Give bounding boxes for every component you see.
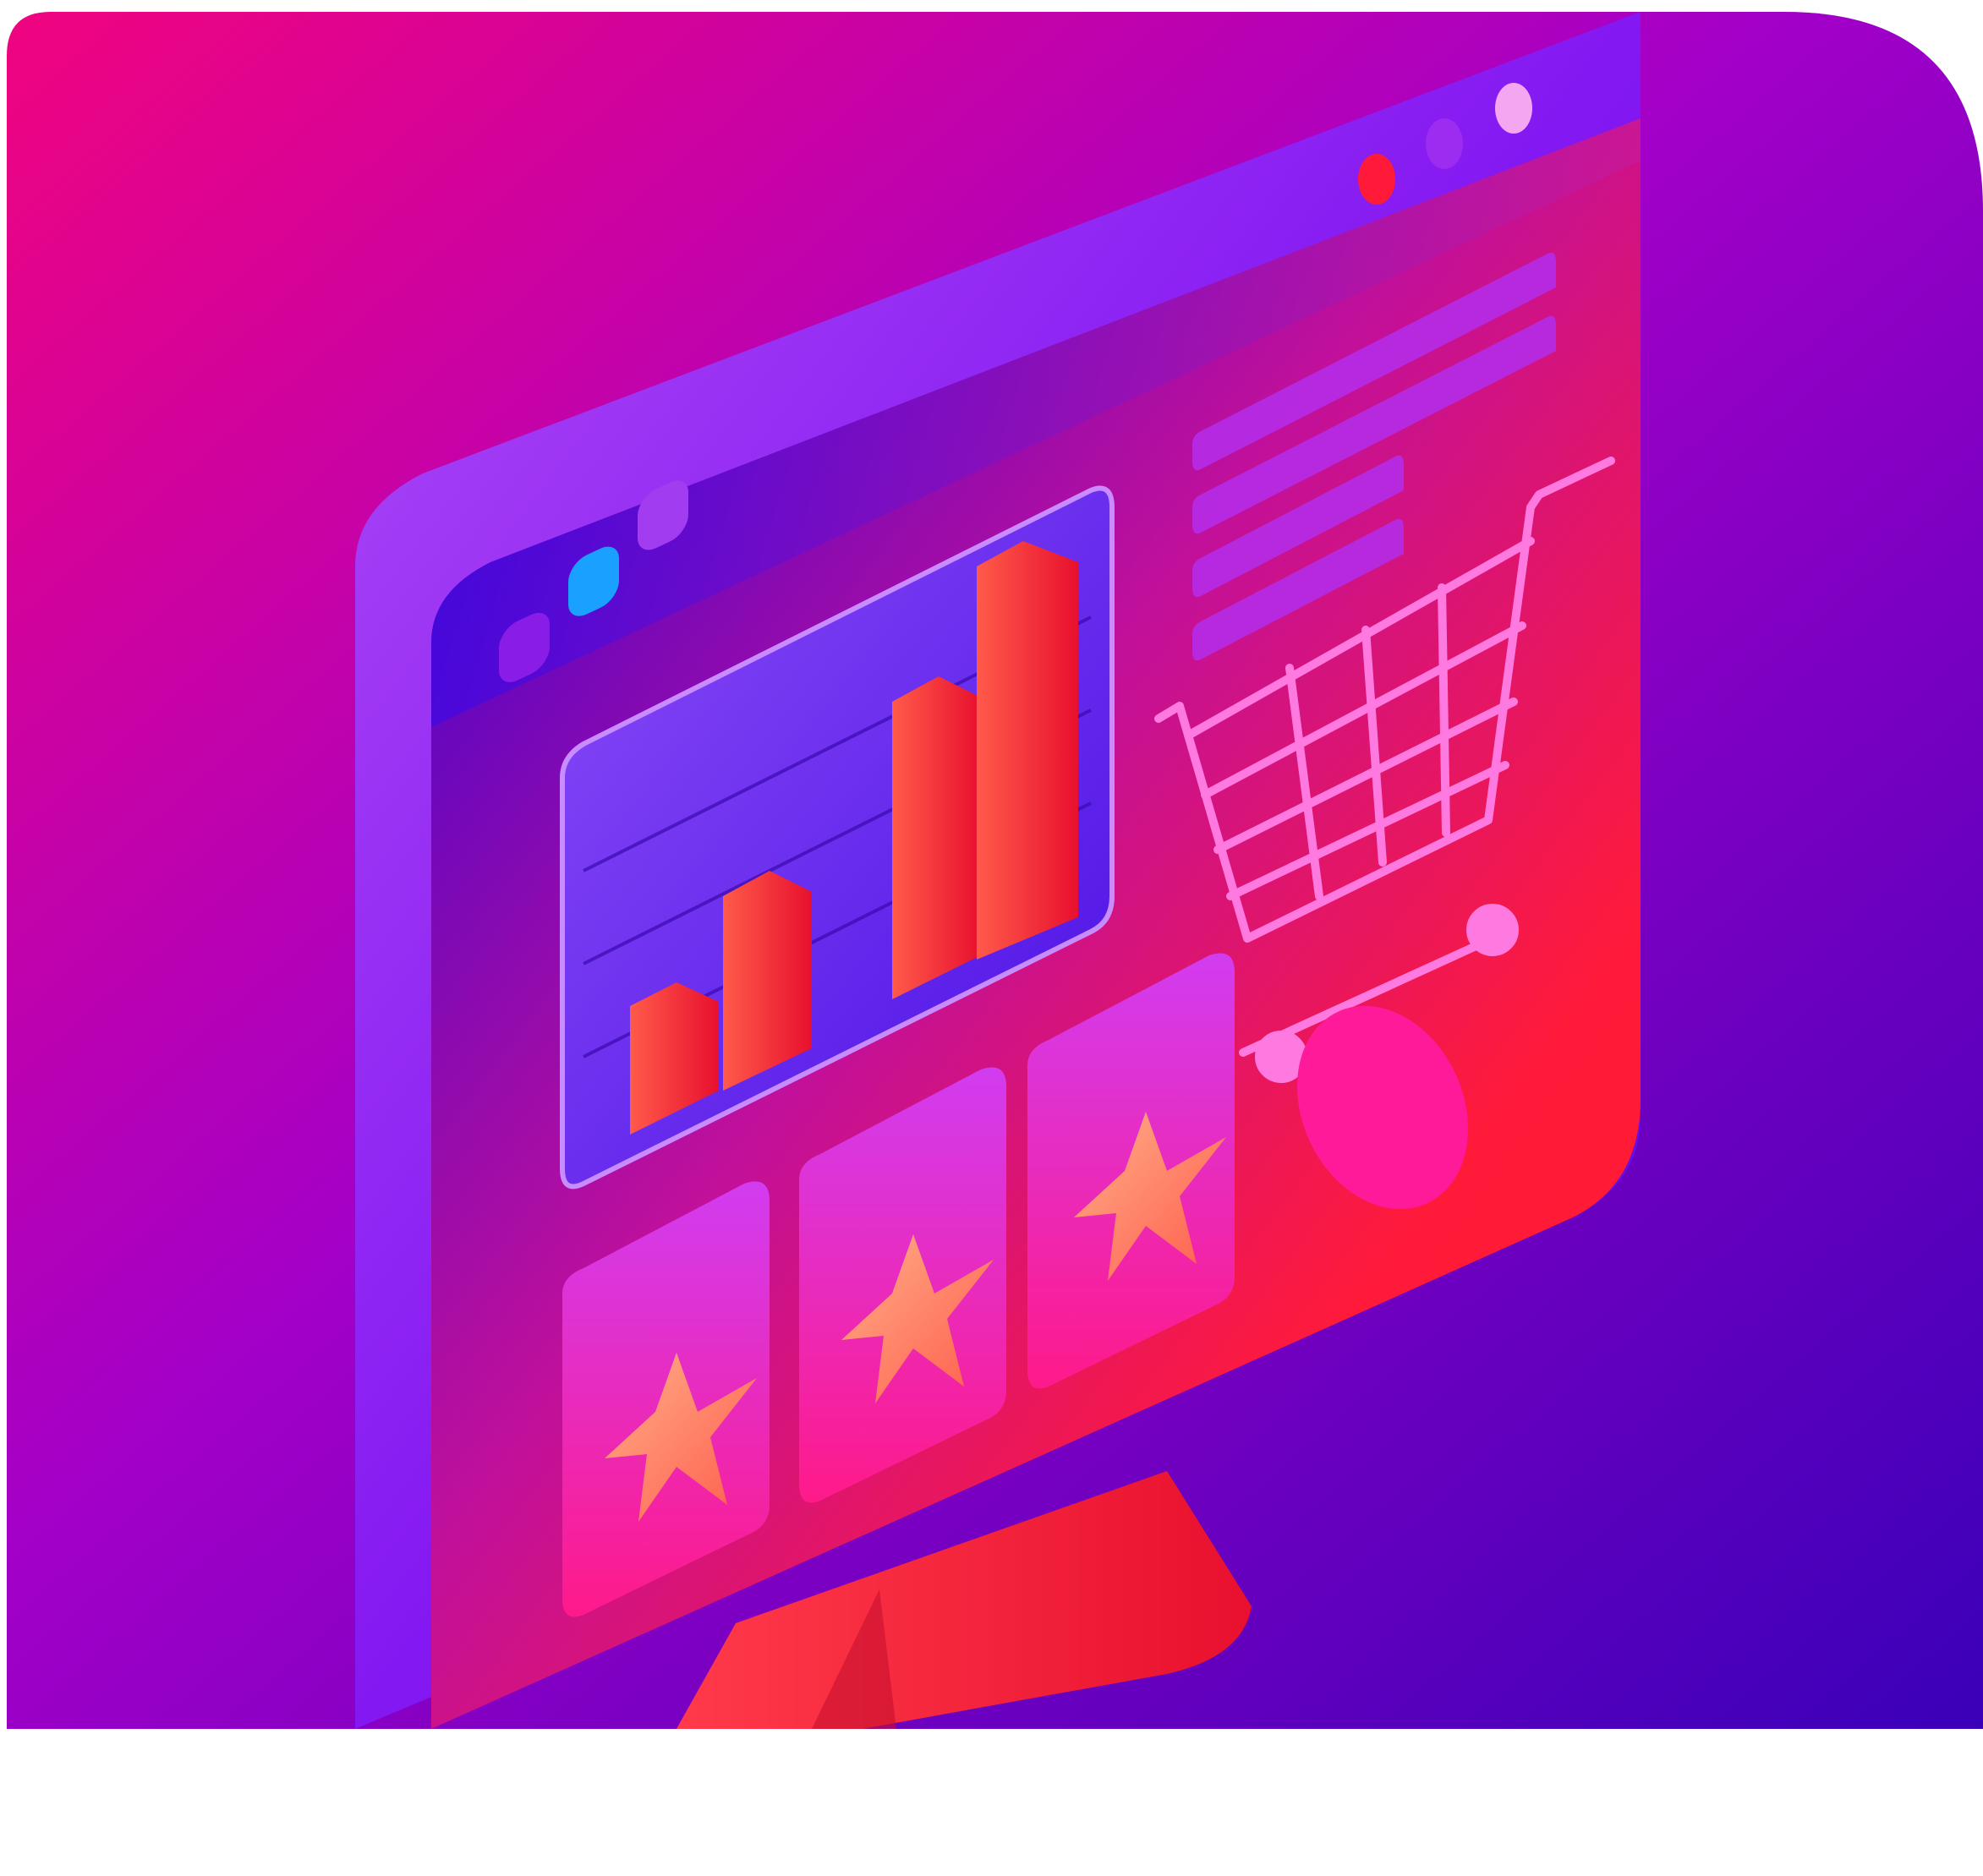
chart-bar-3	[892, 676, 981, 999]
chart-bar-4	[977, 541, 1078, 960]
illustration	[0, 0, 1983, 1876]
ecommerce-analytics-illustration	[7, 12, 1983, 1876]
